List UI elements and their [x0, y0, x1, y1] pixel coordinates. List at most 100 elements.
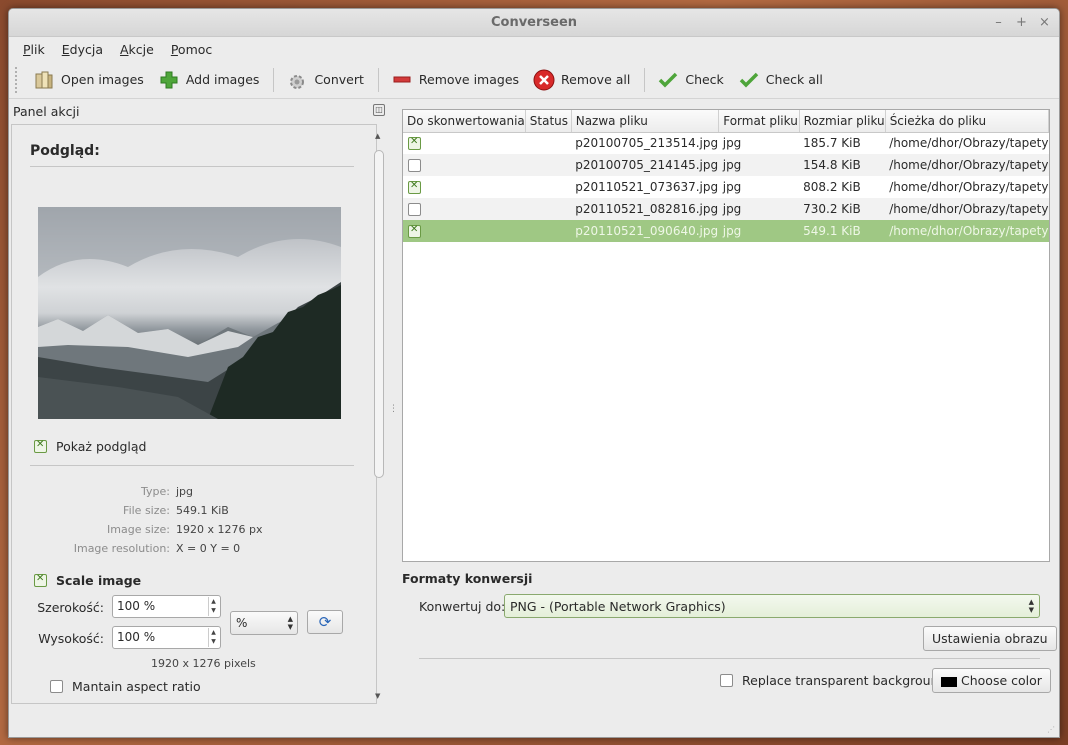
info-dims-row: Image size: 1920 x 1276 px — [12, 523, 352, 536]
unit-select[interactable]: % ▲ ▼ — [230, 611, 298, 635]
width-spinbox[interactable]: 100 % ▲ ▼ — [112, 595, 221, 618]
splitter-handle[interactable]: ⋮ — [389, 404, 398, 414]
menu-pomoc[interactable]: Pomoc — [171, 42, 212, 57]
info-size-row: File size: 549.1 KiB — [12, 504, 352, 517]
menu-edycja[interactable]: Edycja — [62, 42, 103, 57]
image-size-value: 1920 x 1276 px — [176, 523, 263, 536]
scroll-up-icon[interactable]: ▲ — [375, 132, 380, 140]
open-images-icon — [33, 69, 55, 91]
table-row-selected[interactable]: p20110521_090640.jpg jpg 549.1 KiB /home… — [403, 220, 1049, 242]
show-preview-checkbox-row[interactable]: Pokaż podgląd — [34, 439, 146, 454]
convert-to-label: Konwertuj do: — [419, 599, 506, 614]
resize-grip-icon[interactable]: ⋰ — [1047, 725, 1057, 735]
column-header[interactable]: Do skonwertowania — [403, 110, 526, 133]
add-images-button[interactable]: Add images — [152, 65, 266, 95]
converseen-window: Converseen – + × Plik Edycja Akcje Pomoc… — [8, 8, 1060, 738]
column-header[interactable]: Format pliku — [718, 110, 800, 133]
aspect-ratio-checkbox[interactable] — [50, 680, 63, 693]
height-stepper-icon[interactable]: ▲ ▼ — [208, 628, 218, 647]
remove-images-button[interactable]: Remove images — [385, 65, 525, 95]
status-cell — [525, 198, 572, 220]
table-row[interactable]: p20100705_214145.jpg jpg 154.8 KiB /home… — [403, 154, 1049, 176]
height-value: 100 % — [117, 630, 156, 644]
scroll-down-icon[interactable]: ▼ — [375, 692, 380, 700]
aspect-ratio-label: Mantain aspect ratio — [72, 679, 201, 694]
row-checkbox[interactable] — [408, 202, 421, 216]
open-images-button[interactable]: Open images — [27, 65, 150, 95]
image-preview — [38, 207, 341, 419]
add-images-label: Add images — [185, 72, 260, 87]
convert-button[interactable]: Convert — [280, 65, 369, 95]
menu-plik[interactable]: Plik — [23, 42, 45, 57]
type-label: Type: — [141, 485, 170, 498]
aspect-ratio-checkbox-row[interactable]: Mantain aspect ratio — [50, 679, 201, 694]
height-spinbox[interactable]: 100 % ▲ ▼ — [112, 626, 221, 649]
format-cell: jpg — [718, 198, 800, 220]
remove-all-button[interactable]: Remove all — [527, 65, 636, 95]
float-panel-icon[interactable]: ◫ — [373, 104, 385, 116]
path-cell: /home/dhor/Obrazy/tapety — [885, 220, 1049, 242]
size-cell: 808.2 KiB — [803, 180, 861, 194]
refresh-icon: ⟳ — [318, 613, 332, 631]
width-stepper-icon[interactable]: ▲ ▼ — [208, 597, 218, 616]
row-checkbox[interactable] — [408, 158, 421, 172]
path-cell: /home/dhor/Obrazy/tapety — [885, 198, 1049, 220]
column-header[interactable]: Ścieżka do pliku — [885, 110, 1050, 133]
maximize-icon[interactable]: + — [1013, 14, 1030, 31]
table-row[interactable]: p20110521_082816.jpg jpg 730.2 KiB /home… — [403, 198, 1049, 220]
convert-format-value: PNG - (Portable Network Graphics) — [510, 599, 726, 614]
show-preview-checkbox[interactable] — [34, 439, 47, 453]
remove-all-label: Remove all — [561, 72, 631, 87]
table-row[interactable]: p20110521_073637.jpg jpg 808.2 KiB /home… — [403, 176, 1049, 198]
preview-title: Podgląd: — [30, 143, 100, 159]
reset-scale-button[interactable]: ⟳ — [307, 610, 343, 634]
name-cell: p20110521_090640.jpg — [571, 220, 719, 242]
column-header[interactable]: Rozmiar pliku — [799, 110, 886, 133]
action-panel: Panel akcji ◫ Podgląd: Pokaż podgląd — [9, 100, 387, 710]
info-type-row: Type: jpg — [12, 485, 352, 498]
close-icon[interactable]: × — [1036, 14, 1053, 31]
check-icon — [657, 69, 679, 91]
check-all-button[interactable]: Check all — [732, 65, 829, 95]
row-checkbox[interactable] — [408, 136, 421, 150]
column-header[interactable]: Status — [525, 110, 572, 133]
column-header[interactable]: Nazwa pliku — [571, 110, 720, 133]
table-header: Do skonwertowania Status Nazwa pliku For… — [403, 110, 1050, 133]
scroll-thumb[interactable] — [374, 150, 384, 478]
menu-akcje[interactable]: Akcje — [120, 42, 154, 57]
select-arrows-icon: ▲ ▼ — [287, 615, 293, 631]
row-checkbox[interactable] — [408, 224, 421, 238]
toolbar-grip[interactable] — [15, 66, 19, 93]
name-cell: p20100705_214145.jpg — [571, 154, 719, 176]
replace-bg-label: Replace transparent background — [742, 673, 947, 688]
select-arrows-icon: ▲ ▼ — [1028, 598, 1034, 614]
table-row[interactable]: p20100705_213514.jpg jpg 185.7 KiB /home… — [403, 132, 1049, 154]
type-value: jpg — [176, 485, 194, 498]
scale-image-checkbox-row[interactable]: Scale image — [34, 573, 141, 588]
replace-bg-checkbox-row[interactable]: Replace transparent background — [720, 673, 946, 688]
title-bar: Converseen – + × — [9, 9, 1059, 37]
format-cell: jpg — [722, 136, 742, 151]
row-checkbox[interactable] — [408, 180, 421, 194]
show-preview-label: Pokaż podgląd — [56, 439, 147, 454]
divider — [30, 465, 354, 466]
image-resolution-value: X = 0 Y = 0 — [176, 542, 241, 555]
formats-title: Formaty konwersji — [402, 571, 533, 586]
width-value: 100 % — [117, 599, 156, 613]
name-cell: p20110521_082816.jpg — [571, 198, 719, 220]
path-cell: /home/dhor/Obrazy/tapety — [889, 180, 1049, 194]
convert-format-select[interactable]: PNG - (Portable Network Graphics) ▲ ▼ — [504, 594, 1040, 618]
choose-color-button[interactable]: Choose color — [932, 668, 1051, 693]
info-res-row: Image resolution: X = 0 Y = 0 — [12, 542, 352, 555]
name-cell: p20110521_073637.jpg — [575, 180, 719, 194]
remove-all-icon — [533, 69, 555, 91]
image-size-label: Image size: — [107, 523, 170, 536]
gear-icon — [286, 69, 308, 91]
scale-image-checkbox[interactable] — [34, 573, 47, 587]
image-settings-button[interactable]: Ustawienia obrazu — [923, 626, 1057, 651]
minimize-icon[interactable]: – — [990, 14, 1007, 31]
replace-bg-checkbox[interactable] — [720, 674, 733, 687]
action-panel-title: Panel akcji — [13, 103, 80, 119]
panel-scrollbar[interactable]: ▲ ▼ — [373, 130, 385, 700]
check-button[interactable]: Check — [651, 65, 729, 95]
